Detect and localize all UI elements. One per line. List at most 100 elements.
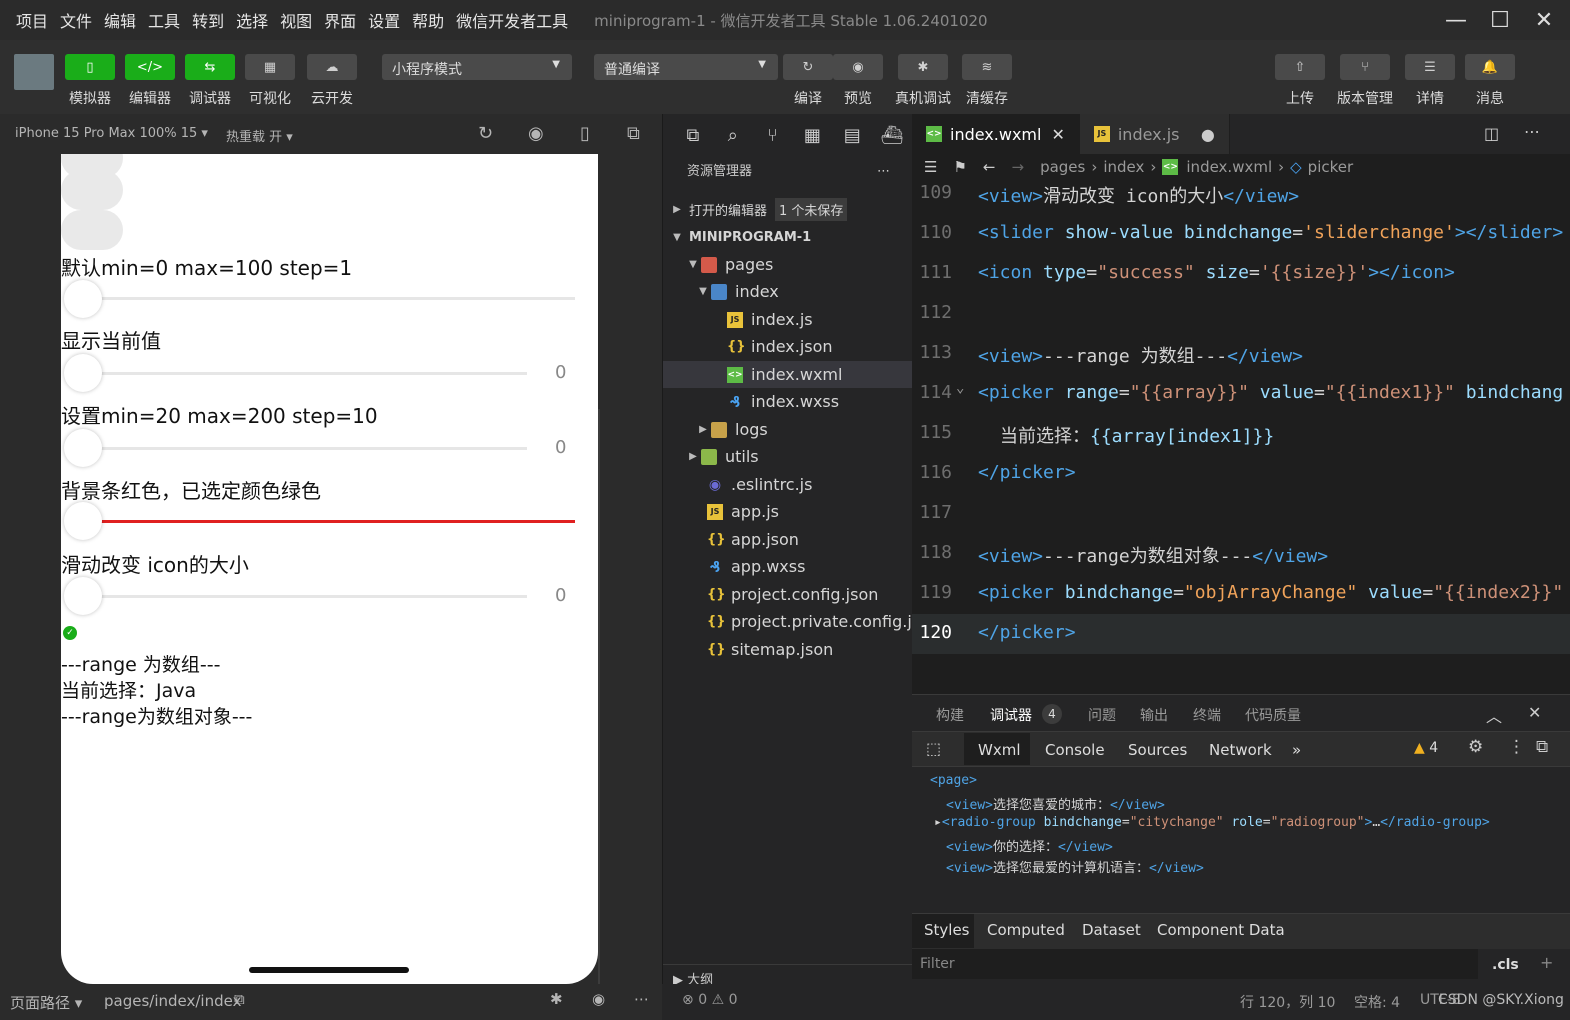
menu-file[interactable]: 文件 — [60, 8, 92, 32]
phone-icon[interactable]: ▯ — [580, 123, 590, 144]
close-icon[interactable]: ✕ — [1051, 125, 1064, 144]
code-line[interactable]: 116 </picker> — [912, 454, 1570, 494]
slider-track[interactable] — [101, 372, 527, 375]
compile-select[interactable]: 普通编译 ▼ — [594, 54, 778, 80]
debugger-button[interactable]: ⇆ — [185, 54, 235, 80]
tab-component-data[interactable]: Component Data — [1157, 921, 1285, 939]
radio-item[interactable] — [61, 170, 123, 210]
slider-track[interactable] — [101, 595, 527, 598]
slider-track[interactable] — [101, 297, 575, 300]
messages-button[interactable]: 🔔 — [1465, 54, 1515, 80]
details-button[interactable]: ☰ — [1405, 54, 1455, 80]
close-window-button[interactable]: ✕ — [1522, 0, 1566, 40]
docker-icon[interactable]: ⛴ — [872, 125, 912, 146]
avatar[interactable] — [14, 54, 54, 90]
search-icon[interactable]: ⌕ — [713, 125, 753, 146]
code-line[interactable]: 111 <icon type="success" size='{{size}}'>… — [912, 254, 1570, 294]
code-line[interactable]: 117 — [912, 494, 1570, 534]
tree-file-index-js[interactable]: JS index.js — [663, 306, 913, 333]
more-tabs-icon[interactable]: » — [1292, 741, 1301, 759]
visual-button[interactable]: ▦ — [245, 54, 295, 80]
dom-node[interactable]: ▸<radio-group bindchange="citychange" ro… — [934, 815, 1490, 830]
tab-network[interactable]: Network — [1209, 741, 1272, 759]
maximize-button[interactable]: ☐ — [1478, 0, 1522, 40]
code-line[interactable]: 115 当前选择：{{array[index1]}} — [912, 414, 1570, 454]
hot-reload-toggle[interactable]: 热重载 开 ▾ — [226, 126, 293, 145]
code-line[interactable]: 114 ⌄ <picker range="{{array}}" value="{{i… — [912, 374, 1570, 414]
error-status[interactable]: ⊗ 0 ⚠ 0 — [682, 992, 738, 1008]
cursor-position[interactable]: 行 120，列 10 — [1240, 992, 1335, 1012]
slider-handle[interactable] — [64, 429, 102, 467]
radio-item[interactable] — [61, 210, 123, 250]
tree-file-eslintrc[interactable]: ◉ .eslintrc.js — [663, 471, 913, 498]
warnings-count[interactable]: ▲ 4 — [1414, 740, 1438, 756]
project-section[interactable]: ▼ MINIPROGRAM-1 — [663, 224, 913, 251]
menu-devtools[interactable]: 微信开发者工具 — [456, 8, 568, 32]
scrollbar[interactable] — [598, 409, 600, 984]
split-editor-icon[interactable]: ◫ — [1484, 124, 1499, 143]
slider-handle[interactable] — [64, 502, 102, 540]
code-line[interactable]: 112 — [912, 294, 1570, 334]
bug-icon[interactable]: ✱ — [550, 990, 563, 1008]
dom-node[interactable]: <view>选择您最爱的计算机语言：</view> — [946, 857, 1204, 876]
more-vertical-icon[interactable]: ⋮ — [1508, 737, 1525, 757]
cloud-button[interactable]: ☁ — [307, 54, 357, 80]
dom-node[interactable]: <page> — [930, 773, 977, 788]
gear-icon[interactable]: ⚙ — [1468, 737, 1483, 757]
eye-icon[interactable]: ◉ — [592, 990, 605, 1008]
code-line[interactable]: 118 <view>---range为数组对象---</view> — [912, 534, 1570, 574]
upload-button[interactable]: ⇧ — [1275, 54, 1325, 80]
editor-button[interactable]: </> — [125, 54, 175, 80]
tab-output[interactable]: 输出 — [1140, 705, 1168, 725]
mode-select[interactable]: 小程序模式 ▼ — [382, 54, 572, 80]
code-line[interactable]: 119 <picker bindchange="objArrayChange" v… — [912, 574, 1570, 614]
tab-problems[interactable]: 问题 — [1088, 705, 1116, 725]
close-icon[interactable]: ✕ — [1528, 703, 1541, 722]
tree-file-app-js[interactable]: JS app.js — [663, 498, 913, 525]
slider-handle[interactable] — [64, 354, 102, 392]
tab-index-js[interactable]: JS index.js ● — [1079, 114, 1230, 154]
version-button[interactable]: ⑂ — [1340, 54, 1390, 80]
compile-button[interactable]: ↻ — [783, 54, 833, 80]
menu-tools[interactable]: 工具 — [148, 8, 180, 32]
tab-sources[interactable]: Sources — [1128, 741, 1187, 759]
menu-goto[interactable]: 转到 — [192, 8, 224, 32]
menu-select[interactable]: 选择 — [236, 8, 268, 32]
tree-folder-logs[interactable]: ▶ logs — [663, 416, 913, 443]
files-icon[interactable]: ⧉ — [673, 125, 713, 146]
dock-icon[interactable]: ⧉ — [1536, 737, 1548, 757]
tab-styles[interactable]: Styles — [924, 921, 970, 939]
slider-track-red[interactable] — [101, 520, 575, 523]
tree-file-index-wxml[interactable]: <> index.wxml — [663, 361, 913, 388]
menu-edit[interactable]: 编辑 — [104, 8, 136, 32]
remote-debug-button[interactable]: ✱ — [898, 54, 948, 80]
code-line[interactable]: 110 <slider show-value bindchange='slider… — [912, 214, 1570, 254]
tab-dataset[interactable]: Dataset — [1082, 921, 1141, 939]
code-line[interactable]: 113 <view>---range 为数组---</view> — [912, 334, 1570, 374]
slider-handle[interactable] — [64, 280, 102, 318]
tree-file-project-config[interactable]: {} project.config.json — [663, 581, 913, 608]
picker-current[interactable]: 当前选择：Java — [61, 676, 196, 703]
chevron-up-icon[interactable]: ︿ — [1486, 703, 1502, 727]
more-icon[interactable]: ⋯ — [1524, 122, 1540, 141]
code-line-current[interactable]: 120 </picker> — [912, 614, 1570, 654]
slider-handle[interactable] — [64, 577, 102, 615]
clear-cache-button[interactable]: ≋ — [962, 54, 1012, 80]
slider-track[interactable] — [101, 447, 527, 450]
copy-icon[interactable]: ⧉ — [234, 990, 245, 1008]
menu-settings[interactable]: 设置 — [368, 8, 400, 32]
menu-project[interactable]: 项目 — [16, 8, 48, 32]
tab-build[interactable]: 构建 — [936, 705, 964, 725]
rotate-icon[interactable]: ↻ — [478, 123, 493, 144]
simulator-button[interactable]: ▯ — [65, 54, 115, 80]
indentation[interactable]: 空格: 4 — [1354, 992, 1400, 1012]
dom-node[interactable]: <view>你的选择：</view> — [946, 836, 1113, 855]
preview-button[interactable]: ◉ — [833, 54, 883, 80]
inspect-icon[interactable]: ⬚ — [926, 739, 941, 758]
minimize-button[interactable]: — — [1434, 0, 1478, 40]
menu-view[interactable]: 视图 — [280, 8, 312, 32]
more-icon[interactable]: ⋯ — [634, 990, 649, 1008]
tab-index-wxml[interactable]: <> index.wxml ✕ — [912, 114, 1080, 154]
page-path-select[interactable]: 页面路径 ▾ — [10, 992, 82, 1013]
open-editors-section[interactable]: ▶ 打开的编辑器 1 个未保存 — [663, 196, 913, 223]
